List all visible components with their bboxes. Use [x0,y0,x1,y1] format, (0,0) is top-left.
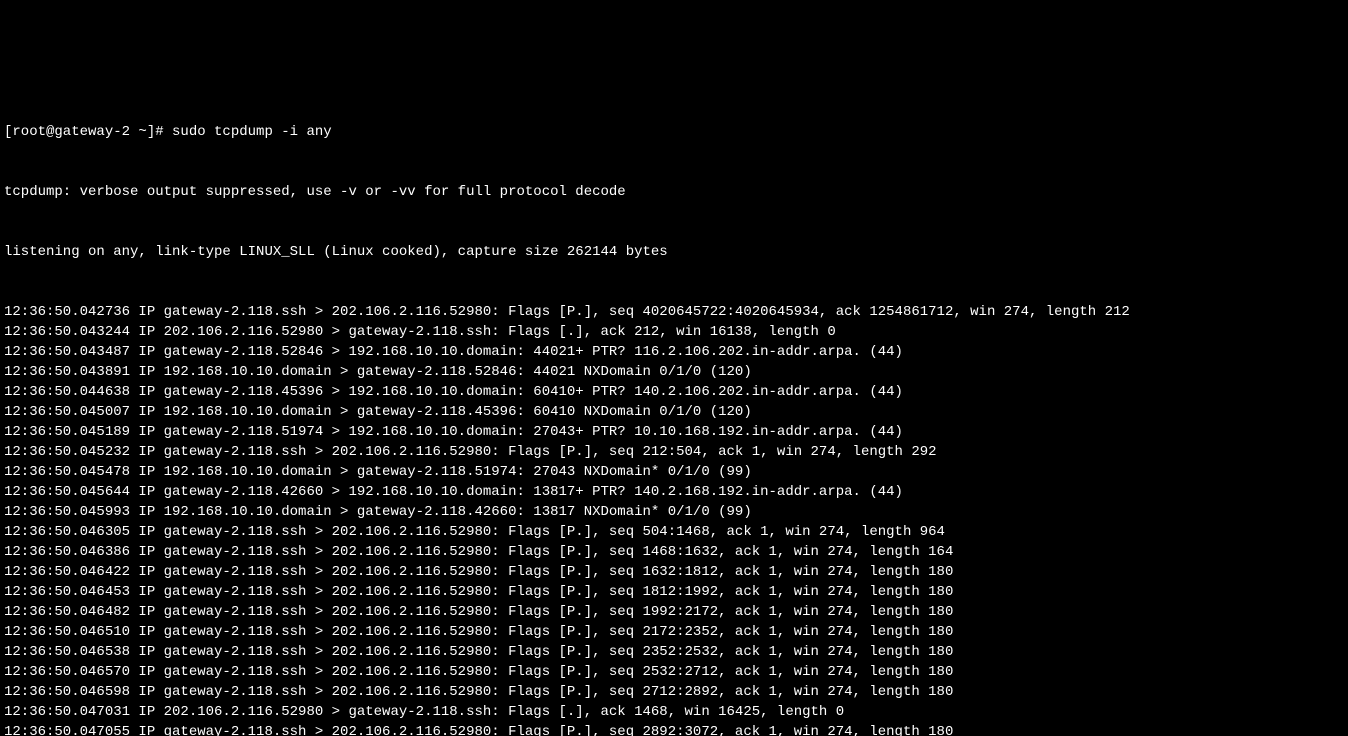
packet-line: 12:36:50.046482 IP gateway-2.118.ssh > 2… [4,602,1344,622]
packet-line: 12:36:50.043891 IP 192.168.10.10.domain … [4,362,1344,382]
packet-line: 12:36:50.043487 IP gateway-2.118.52846 >… [4,342,1344,362]
packet-line: 12:36:50.046386 IP gateway-2.118.ssh > 2… [4,542,1344,562]
packet-line: 12:36:50.045478 IP 192.168.10.10.domain … [4,462,1344,482]
packet-line: 12:36:50.045007 IP 192.168.10.10.domain … [4,402,1344,422]
packet-line: 12:36:50.045993 IP 192.168.10.10.domain … [4,502,1344,522]
shell-prompt-line: [root@gateway-2 ~]# sudo tcpdump -i any [4,122,1344,142]
packet-line: 12:36:50.046538 IP gateway-2.118.ssh > 2… [4,642,1344,662]
packet-line: 12:36:50.047031 IP 202.106.2.116.52980 >… [4,702,1344,722]
packet-line: 12:36:50.045232 IP gateway-2.118.ssh > 2… [4,442,1344,462]
packet-line: 12:36:50.046510 IP gateway-2.118.ssh > 2… [4,622,1344,642]
packet-line: 12:36:50.046305 IP gateway-2.118.ssh > 2… [4,522,1344,542]
packet-line: 12:36:50.046598 IP gateway-2.118.ssh > 2… [4,682,1344,702]
packet-line: 12:36:50.046570 IP gateway-2.118.ssh > 2… [4,662,1344,682]
terminal-window[interactable]: [root@gateway-2 ~]# sudo tcpdump -i any … [0,80,1348,736]
packet-line: 12:36:50.046422 IP gateway-2.118.ssh > 2… [4,562,1344,582]
packet-line: 12:36:50.042736 IP gateway-2.118.ssh > 2… [4,302,1344,322]
packet-line: 12:36:50.045644 IP gateway-2.118.42660 >… [4,482,1344,502]
packet-line: 12:36:50.045189 IP gateway-2.118.51974 >… [4,422,1344,442]
tcpdump-header-1: tcpdump: verbose output suppressed, use … [4,182,1344,202]
tcpdump-header-2: listening on any, link-type LINUX_SLL (L… [4,242,1344,262]
packet-line: 12:36:50.047055 IP gateway-2.118.ssh > 2… [4,722,1344,736]
packet-line: 12:36:50.044638 IP gateway-2.118.45396 >… [4,382,1344,402]
packet-line: 12:36:50.046453 IP gateway-2.118.ssh > 2… [4,582,1344,602]
packet-line: 12:36:50.043244 IP 202.106.2.116.52980 >… [4,322,1344,342]
tcpdump-output: 12:36:50.042736 IP gateway-2.118.ssh > 2… [4,302,1344,736]
